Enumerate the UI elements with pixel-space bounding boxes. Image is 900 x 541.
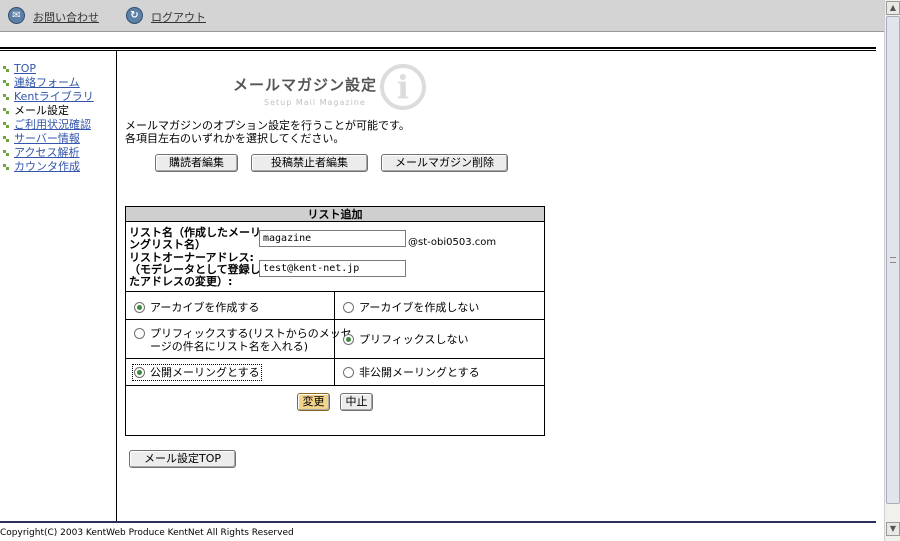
logout-link[interactable]: ログアウト (151, 9, 206, 25)
owner-address-input[interactable]: test@kent-net.jp (259, 260, 406, 277)
header-divider-thin (0, 50, 876, 51)
vertical-scrollbar[interactable]: ▲ ▼ (884, 0, 900, 541)
list-add-form: リスト追加 リスト名（作成したメーリ ングリスト名） magazine @st-… (125, 206, 545, 436)
bullet-icon (3, 164, 10, 171)
bullet-icon (3, 108, 10, 115)
subscriber-edit-button[interactable]: 購読者編集 (155, 154, 238, 172)
sidebar-divider (116, 51, 117, 521)
copyright: Copyright(C) 2003 KentWeb Produce KentNe… (0, 528, 294, 538)
bullet-icon (3, 136, 10, 143)
page-title: メールマガジン設定 (233, 76, 378, 94)
info-icon: i (380, 64, 426, 110)
logout-icon[interactable]: ↻ (126, 7, 143, 24)
owner-address-label: リストオーナーアドレス: （モデレータとして登録し たアドレスの変更）: (129, 251, 261, 288)
sidebar-item-server-info[interactable]: サーバー情報 (3, 132, 94, 146)
public-yes-radio[interactable]: 公開メーリングとする (132, 364, 262, 381)
archive-no-radio[interactable]: アーカイブを作成しない (343, 301, 479, 314)
grip-icon (890, 257, 896, 263)
archive-yes-radio[interactable]: アーカイブを作成する (134, 301, 259, 314)
row-divider (126, 385, 544, 386)
delete-magazine-button[interactable]: メールマガジン削除 (381, 154, 508, 172)
scroll-up-icon[interactable]: ▲ (886, 1, 900, 15)
list-add-heading: リスト追加 (126, 207, 544, 222)
bullet-icon (3, 80, 10, 87)
public-no-radio[interactable]: 非公開メーリングとする (343, 366, 480, 379)
radio-checked-icon[interactable] (134, 367, 145, 378)
page-description: メールマガジンのオプション設定を行うことが可能です。 各項目左右のいずれかを選択… (125, 119, 410, 145)
sidebar-item-contact-form[interactable]: 連絡フォーム (3, 76, 94, 90)
mail-icon[interactable]: ✉ (8, 7, 25, 24)
domain-suffix: @st-obi0503.com (408, 237, 497, 248)
footer-divider (0, 521, 876, 523)
top-bar: ✉ お問い合わせ ↻ ログアウト (0, 0, 884, 32)
sidebar-item-kent-library[interactable]: Kentライブラリ (3, 90, 94, 104)
bullet-icon (3, 94, 10, 101)
radio-unchecked-icon[interactable] (343, 367, 354, 378)
row-divider (126, 291, 544, 292)
bullet-icon (3, 66, 10, 73)
cancel-button[interactable]: 中止 (340, 393, 373, 411)
page-subtitle: Setup Mail Magazine (264, 98, 366, 107)
list-name-label: リスト名（作成したメーリ ングリスト名） (129, 226, 261, 251)
row-divider (126, 358, 544, 359)
sidebar-item-mail-settings: メール設定 (3, 104, 94, 118)
radio-checked-icon[interactable] (343, 334, 354, 345)
header-divider (0, 47, 876, 49)
radio-unchecked-icon[interactable] (343, 302, 354, 313)
bullet-icon (3, 122, 10, 129)
sidebar-item-top[interactable]: TOP (3, 62, 94, 76)
sidebar-item-usage-status[interactable]: ご利用状況確認 (3, 118, 94, 132)
sidebar-nav: TOP 連絡フォーム Kentライブラリ メール設定 ご利用状況確認 サーバー情… (3, 62, 94, 174)
contact-link[interactable]: お問い合わせ (33, 9, 99, 25)
scroll-down-icon[interactable]: ▼ (886, 522, 900, 536)
row-divider (126, 319, 544, 320)
bullet-icon (3, 150, 10, 157)
submit-button[interactable]: 変更 (297, 393, 330, 411)
sidebar-item-access-analysis[interactable]: アクセス解析 (3, 146, 94, 160)
mail-settings-top-button[interactable]: メール設定TOP (129, 450, 236, 468)
scroll-thumb[interactable] (886, 16, 900, 504)
prefix-yes-radio[interactable]: プリフィックスする(リストからのメッセ ージの件名にリスト名を入れる) (134, 327, 352, 353)
sidebar-item-counter[interactable]: カウンタ作成 (3, 160, 94, 174)
radio-checked-icon[interactable] (134, 302, 145, 313)
post-ban-edit-button[interactable]: 投稿禁止者編集 (251, 154, 368, 172)
prefix-no-radio[interactable]: プリフィックスしない (343, 333, 468, 346)
list-name-input[interactable]: magazine (259, 230, 406, 247)
radio-unchecked-icon[interactable] (134, 328, 145, 339)
